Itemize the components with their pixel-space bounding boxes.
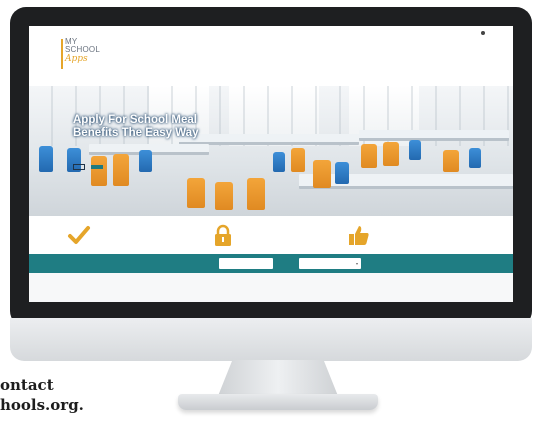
hero-heading: Apply For School Meal Benefits The Easy … xyxy=(73,114,293,140)
orange-chair xyxy=(91,156,107,186)
blue-chair xyxy=(273,152,285,172)
orange-chair xyxy=(383,142,399,166)
hero-banner xyxy=(29,86,513,216)
hero-buttons xyxy=(73,164,103,170)
learn-more-button[interactable] xyxy=(73,164,85,170)
orange-chair xyxy=(291,148,305,172)
orange-chair xyxy=(443,150,459,172)
monitor-stand-base xyxy=(178,394,378,410)
chevron-down-icon: ▾ xyxy=(355,261,358,266)
user-icon xyxy=(481,31,485,35)
apply-now-button[interactable] xyxy=(91,165,103,169)
orange-chair xyxy=(361,144,377,168)
brochure-text-line-1: ontact xyxy=(0,376,54,394)
school-search-bar: ▾ xyxy=(29,254,513,273)
blue-chair xyxy=(39,146,53,172)
orange-chair xyxy=(187,178,205,208)
footer xyxy=(29,273,513,302)
state-select[interactable]: ▾ xyxy=(299,258,361,269)
orange-chair xyxy=(113,154,129,186)
cafeteria-table xyxy=(299,174,513,189)
orange-chair xyxy=(215,182,233,210)
blue-chair xyxy=(139,150,152,172)
logo-accent-bar xyxy=(61,39,63,69)
site-logo[interactable]: MY SCHOOL Apps xyxy=(61,38,125,69)
search-input[interactable] xyxy=(219,258,273,269)
orange-chair xyxy=(313,160,331,188)
orange-chair xyxy=(247,178,265,210)
lock-icon xyxy=(215,224,231,246)
blue-chair xyxy=(335,162,349,184)
top-nav-item-login[interactable] xyxy=(481,31,487,36)
logo-line-3: Apps xyxy=(65,54,88,64)
top-nav xyxy=(481,31,503,36)
monitor-stand-neck xyxy=(218,360,338,396)
brochure-text: ontact hools.org. xyxy=(0,375,84,415)
hero-heading-line-1: Apply For School Meal xyxy=(73,114,197,126)
checkmark-icon xyxy=(68,226,90,244)
logo-line-2: SCHOOL xyxy=(65,45,100,54)
blue-chair xyxy=(409,140,421,160)
features-row xyxy=(29,216,513,254)
cafeteria-table xyxy=(359,130,509,141)
monitor-chin xyxy=(10,318,532,361)
hero-heading-line-2: Benefits The Easy Way xyxy=(73,127,199,139)
monitor-screen: MY SCHOOL Apps Apply For School Meal Ben… xyxy=(29,26,513,302)
blue-chair xyxy=(469,148,481,168)
thumbs-up-icon xyxy=(349,226,369,245)
brochure-text-line-2: hools.org. xyxy=(0,396,84,414)
